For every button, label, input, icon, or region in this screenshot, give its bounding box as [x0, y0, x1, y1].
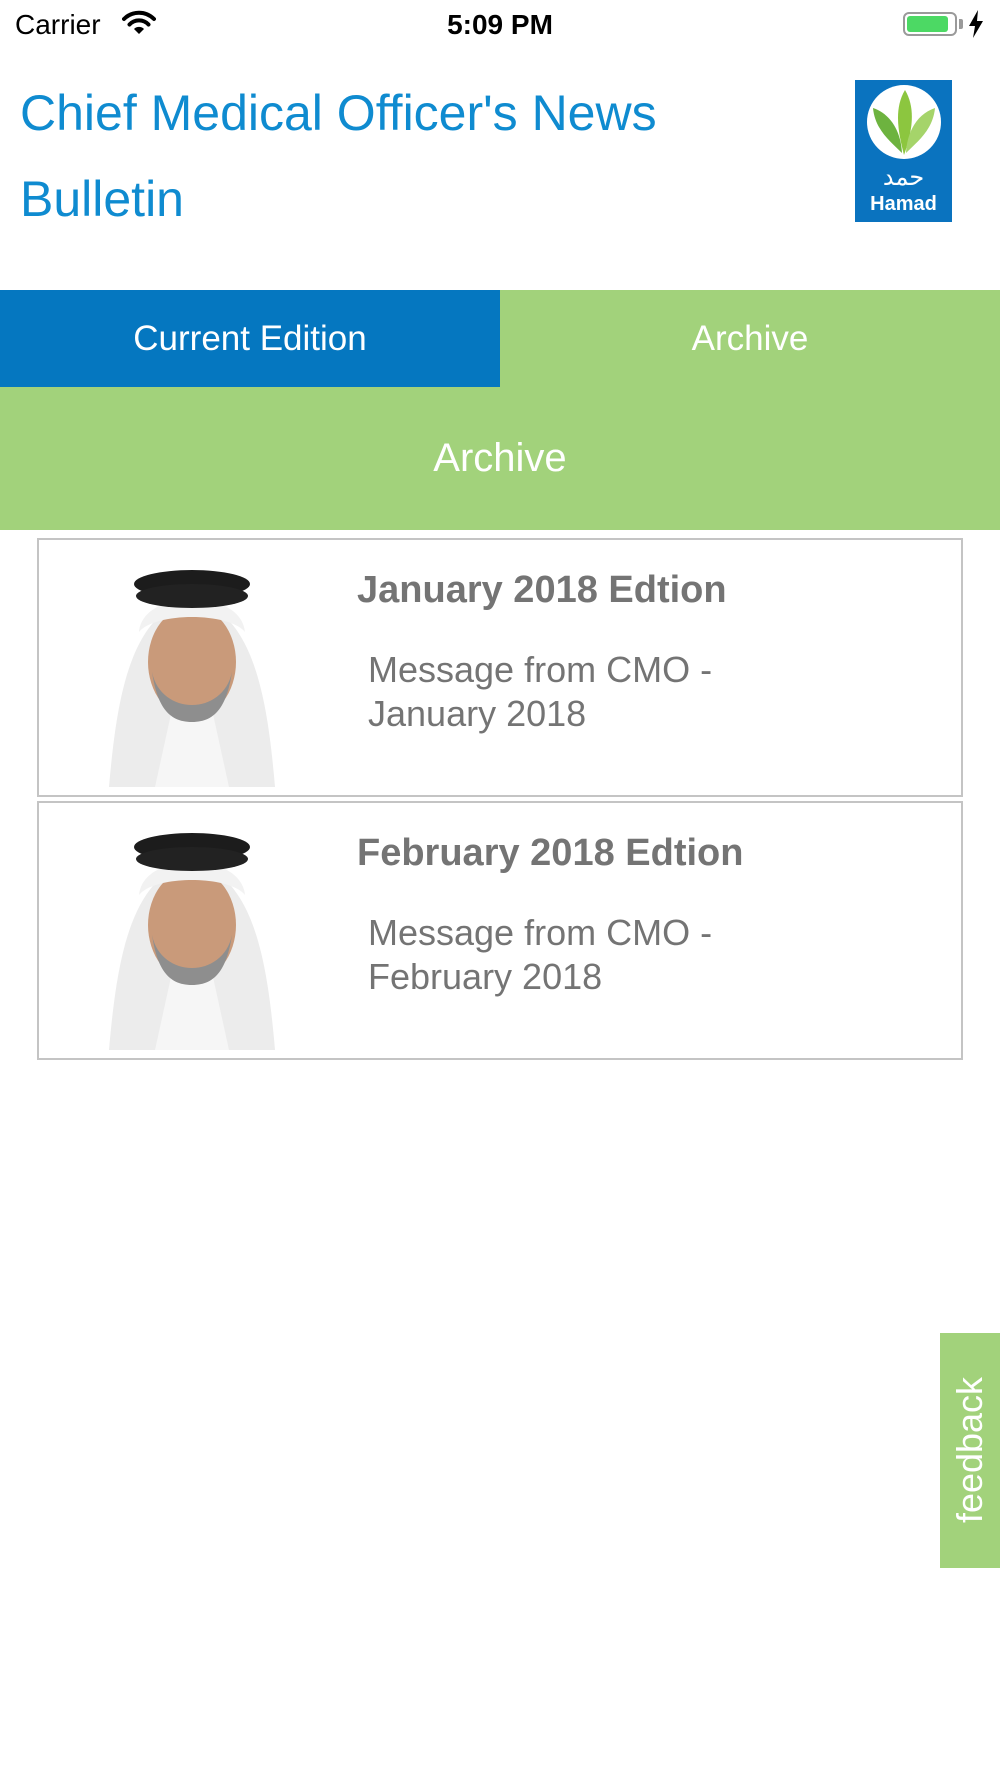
edition-message: Message from CMO - February 2018: [368, 912, 713, 997]
battery-icon: [903, 12, 957, 36]
hamad-logo: حمد Hamad: [855, 80, 952, 222]
tab-current-edition[interactable]: Current Edition: [0, 290, 500, 387]
edition-card-january[interactable]: January 2018 Edtion Message from CMO - J…: [37, 538, 963, 797]
status-bar: Carrier 5:09 PM: [0, 0, 1000, 50]
cmo-portrait-image: [69, 817, 315, 1050]
edition-title: January 2018 Edtion: [357, 569, 727, 611]
edition-title: February 2018 Edtion: [357, 832, 744, 874]
logo-text: Hamad: [870, 193, 937, 215]
feedback-label: feedback: [949, 1376, 990, 1524]
logo-arabic-text: حمد: [882, 163, 925, 191]
page-title: Chief Medical Officer's News Bulletin: [20, 85, 657, 227]
status-time: 5:09 PM: [447, 9, 553, 40]
leaves-icon: [867, 85, 941, 159]
battery-cap: [959, 19, 963, 29]
section-title: Archive: [0, 387, 1000, 530]
cmo-portrait-image: [69, 554, 315, 787]
battery-level: [907, 16, 948, 32]
feedback-button[interactable]: feedback: [940, 1333, 1000, 1568]
edition-card-february[interactable]: February 2018 Edtion Message from CMO - …: [37, 801, 963, 1060]
edition-message: Message from CMO - January 2018: [368, 649, 713, 734]
charging-bolt-icon: [969, 10, 983, 38]
tab-archive[interactable]: Archive: [500, 290, 1000, 387]
